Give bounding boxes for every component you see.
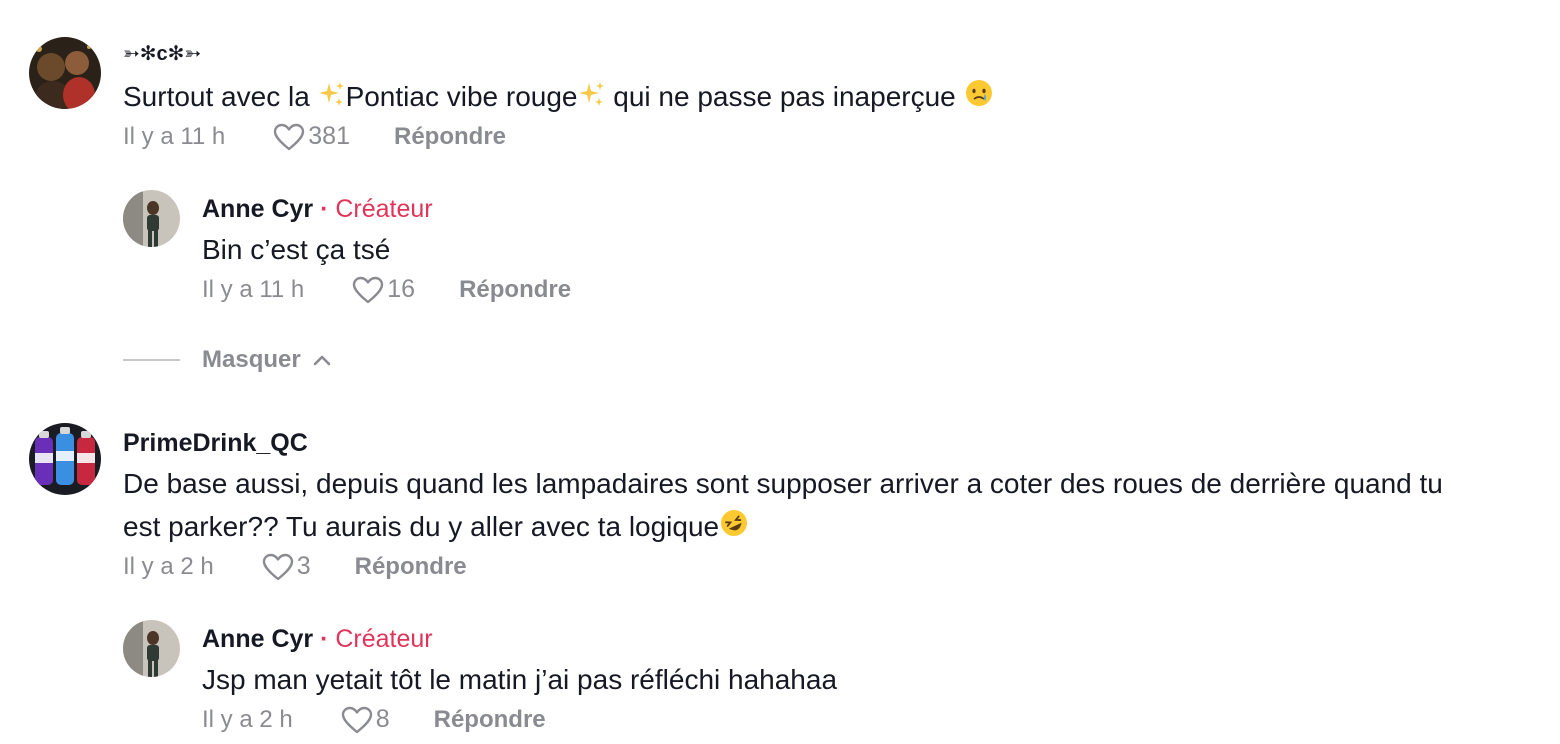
comment-text-part: est parker?? Tu aurais du y aller avec t…	[123, 511, 720, 542]
comment-username[interactable]: ➳✻c✻➳	[123, 41, 201, 66]
avatar[interactable]	[123, 620, 180, 677]
reply-meta: Il y a 2 h 8 Répondre	[202, 705, 546, 734]
heart-icon	[341, 706, 372, 733]
avatar[interactable]	[29, 423, 101, 495]
comment-text-part: qui ne passe pas inaperçue	[605, 81, 964, 112]
like-count: 381	[308, 122, 350, 150]
reply-button[interactable]: Répondre	[434, 706, 546, 734]
sparkles-emoji	[318, 77, 346, 120]
reply-time: Il y a 11 h	[202, 275, 305, 303]
sparkles-emoji	[578, 77, 606, 120]
like-count: 3	[296, 552, 311, 580]
reply-text: Jsp man yetait tôt le matin j’ai pas réf…	[202, 664, 838, 695]
like-button[interactable]: 8	[341, 705, 390, 734]
reply-text: Bin c’est ça tsé	[202, 234, 391, 265]
reply-time: Il y a 2 h	[202, 705, 293, 733]
rofl-emoji	[719, 507, 749, 550]
creator-badge: Créateur	[335, 195, 433, 223]
reply-button[interactable]: Répondre	[355, 553, 467, 581]
like-button[interactable]: 3	[262, 552, 311, 581]
comments-section: ➳✻c✻➳ Surtout avec la Pontiac vibe rouge…	[0, 0, 1560, 744]
chevron-up-icon	[313, 355, 331, 366]
reply-author-name[interactable]: Anne Cyr	[202, 625, 313, 653]
badge-separator: ·	[313, 625, 336, 653]
reply-meta: Il y a 11 h 16 Répondre	[202, 275, 571, 304]
comment-username[interactable]: PrimeDrink_QC	[123, 429, 308, 458]
heart-icon	[353, 276, 384, 303]
heart-icon	[274, 123, 305, 150]
reply-username: Anne Cyr · Créateur	[202, 625, 433, 654]
hide-replies-button[interactable]: Masquer	[123, 346, 331, 374]
reply-author-name[interactable]: Anne Cyr	[202, 195, 313, 223]
like-button[interactable]: 381	[273, 122, 350, 151]
like-count: 8	[375, 705, 390, 733]
comment-text-line: De base aussi, depuis quand les lampadai…	[123, 468, 1443, 499]
reply-button[interactable]: Répondre	[394, 123, 506, 151]
comment-text: Surtout avec la Pontiac vibe rouge qui n…	[123, 75, 994, 120]
comment-text-part: Surtout avec la	[123, 81, 318, 112]
reply-username: Anne Cyr · Créateur	[202, 195, 433, 224]
creator-badge: Créateur	[335, 625, 433, 653]
comment-text: De base aussi, depuis quand les lampadai…	[123, 462, 1533, 550]
comment-meta: Il y a 11 h 381 Répondre	[123, 122, 506, 151]
like-count: 16	[387, 275, 416, 303]
hide-replies-label: Masquer	[202, 346, 301, 373]
comment-text-part: Pontiac vibe rouge	[345, 81, 578, 112]
comment-time: Il y a 2 h	[123, 552, 214, 580]
like-button[interactable]: 16	[352, 275, 415, 304]
divider-line	[123, 359, 180, 361]
avatar[interactable]	[123, 190, 180, 247]
crying-face-emoji	[964, 77, 994, 120]
heart-icon	[262, 553, 293, 580]
avatar[interactable]	[29, 37, 101, 109]
comment-meta: Il y a 2 h 3 Répondre	[123, 552, 467, 581]
comment-text-line: est parker?? Tu aurais du y aller avec t…	[123, 505, 1533, 550]
badge-separator: ·	[313, 195, 336, 223]
comment-time: Il y a 11 h	[123, 122, 226, 150]
reply-button[interactable]: Répondre	[459, 276, 571, 304]
